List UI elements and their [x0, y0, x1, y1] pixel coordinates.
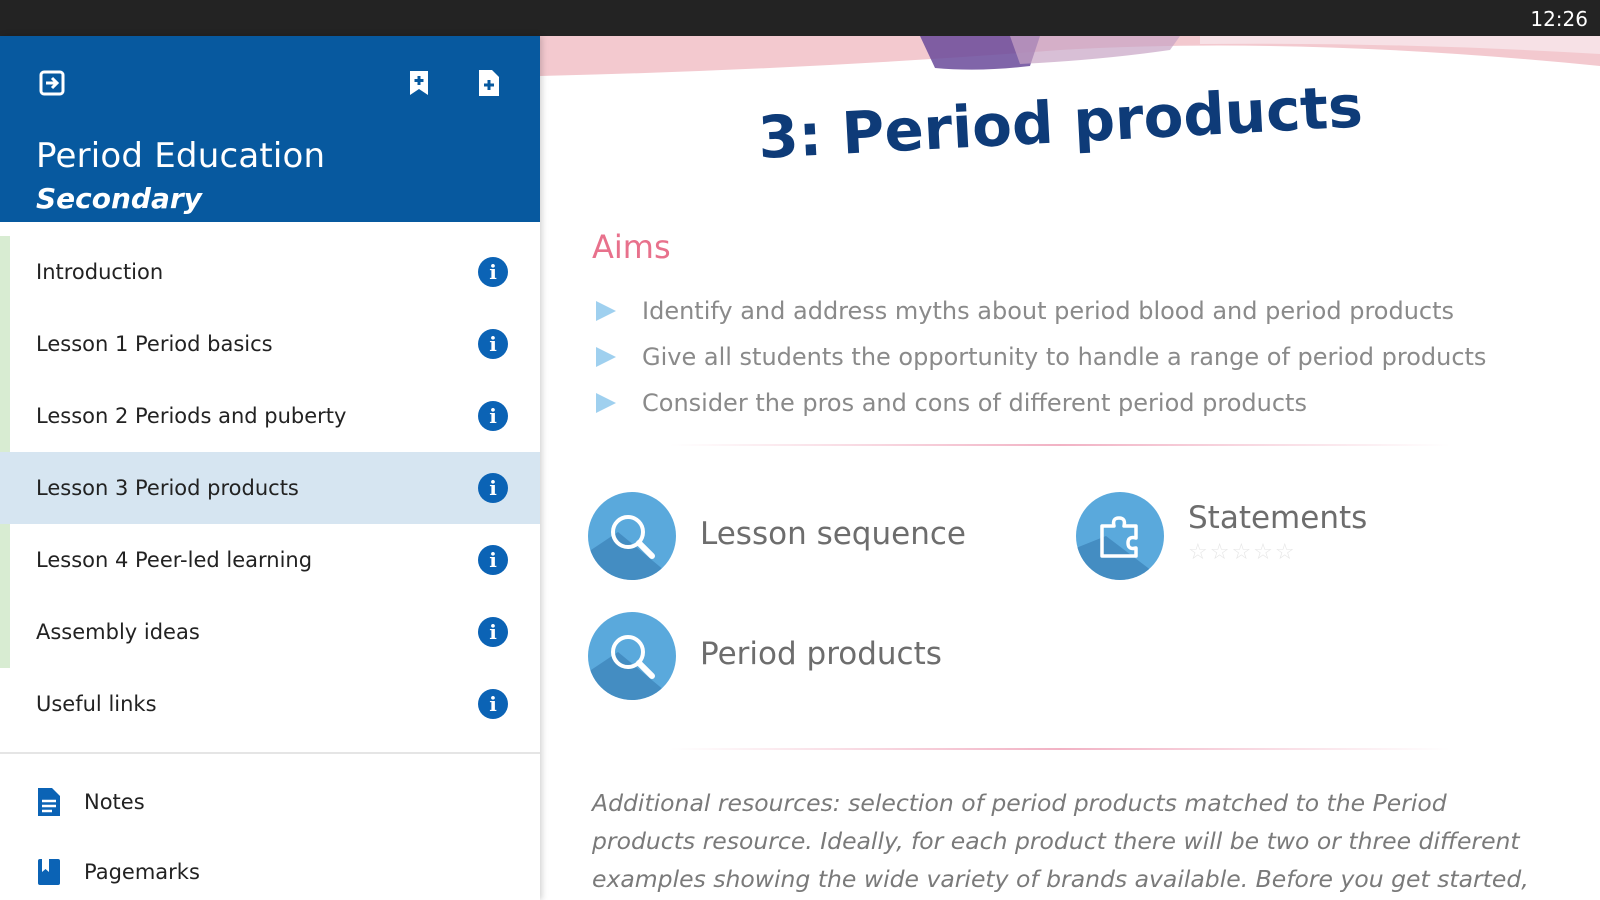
nav-item-label: Lesson 4 Peer-led learning — [36, 548, 313, 572]
nav-item-lesson-3[interactable]: Lesson 3 Period products i — [0, 452, 540, 524]
lesson-content: 3: Period products Aims Identify and add… — [540, 36, 1600, 900]
rating-stars: ☆☆☆☆☆ — [1188, 540, 1297, 565]
bookmark-icon — [38, 859, 60, 885]
nav-item-label: Lesson 1 Period basics — [36, 332, 273, 356]
exit-icon[interactable] — [36, 66, 70, 100]
resource-label: Lesson sequence — [700, 516, 966, 552]
drawer-divider — [0, 752, 540, 754]
magnifier-icon — [588, 492, 676, 580]
nav-item-label: Lesson 3 Period products — [36, 476, 299, 500]
resource-label: Statements — [1188, 500, 1368, 536]
aim-text: Identify and address myths about period … — [642, 297, 1455, 325]
note-add-icon[interactable] — [472, 66, 506, 100]
bullet-arrow-icon — [596, 347, 616, 367]
resource-label: Period products — [700, 636, 942, 672]
lesson-list: Introduction i Lesson 1 Period basics i … — [0, 236, 540, 740]
nav-item-assembly-ideas[interactable]: Assembly ideas i — [0, 596, 540, 668]
info-icon[interactable]: i — [478, 545, 508, 575]
bullet-arrow-icon — [596, 301, 616, 321]
info-icon[interactable]: i — [478, 617, 508, 647]
nav-item-label: Useful links — [36, 692, 157, 716]
nav-item-introduction[interactable]: Introduction i — [0, 236, 540, 308]
nav-item-useful-links[interactable]: Useful links i — [0, 668, 540, 740]
nav-item-label: Introduction — [36, 260, 164, 284]
drawer-header: Period Education Secondary — [0, 36, 540, 222]
notes-item[interactable]: Notes — [0, 772, 540, 832]
additional-resources-text: Additional resources: selection of perio… — [592, 789, 1529, 893]
app-title: Period Education — [36, 136, 326, 176]
magnifier-icon — [588, 612, 676, 700]
nav-item-label: Lesson 2 Periods and puberty — [36, 404, 347, 428]
pagemarks-item[interactable]: Pagemarks — [0, 842, 540, 900]
info-icon[interactable]: i — [478, 257, 508, 287]
status-bar: 12:26 — [0, 0, 1600, 36]
aim-item: Consider the pros and cons of different … — [592, 380, 1572, 426]
aims-list: Identify and address myths about period … — [592, 288, 1572, 426]
document-icon — [38, 788, 60, 816]
section-divider — [670, 748, 1450, 750]
resource-statements[interactable]: Statements ☆☆☆☆☆ — [1076, 492, 1496, 582]
status-time: 12:26 — [1530, 7, 1588, 31]
resource-period-products[interactable]: Period products — [588, 612, 1008, 702]
bullet-arrow-icon — [596, 393, 616, 413]
nav-item-lesson-2[interactable]: Lesson 2 Periods and puberty i — [0, 380, 540, 452]
bookmark-add-icon[interactable] — [402, 66, 436, 100]
navigation-drawer: Period Education Secondary Introduction … — [0, 36, 540, 900]
aim-text: Give all students the opportunity to han… — [642, 343, 1487, 371]
aim-item: Give all students the opportunity to han… — [592, 334, 1572, 380]
pagemarks-label: Pagemarks — [84, 860, 200, 884]
resource-lesson-sequence[interactable]: Lesson sequence — [588, 492, 1008, 582]
section-divider — [670, 444, 1450, 446]
info-icon[interactable]: i — [478, 401, 508, 431]
info-icon[interactable]: i — [478, 689, 508, 719]
aims-heading: Aims — [592, 228, 671, 266]
aim-item: Identify and address myths about period … — [592, 288, 1572, 334]
nav-item-label: Assembly ideas — [36, 620, 200, 644]
info-icon[interactable]: i — [478, 329, 508, 359]
app-subtitle: Secondary — [36, 182, 202, 215]
info-icon[interactable]: i — [478, 473, 508, 503]
nav-item-lesson-1[interactable]: Lesson 1 Period basics i — [0, 308, 540, 380]
nav-item-lesson-4[interactable]: Lesson 4 Peer-led learning i — [0, 524, 540, 596]
notes-label: Notes — [84, 790, 145, 814]
puzzle-icon — [1076, 492, 1164, 580]
aim-text: Consider the pros and cons of different … — [642, 389, 1307, 417]
